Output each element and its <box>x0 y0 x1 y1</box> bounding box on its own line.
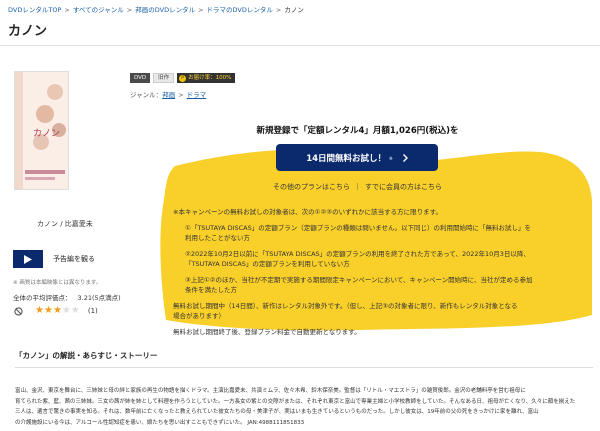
free-trial-note: ※ <box>389 156 393 162</box>
old-release-badge: 旧作 <box>153 73 175 83</box>
average-rating-label: 全体の平均評価点： <box>13 294 72 302</box>
breadcrumb-separator: > <box>198 6 204 14</box>
story-line: 三人は、遺言で驚きの事実を知る。それは、数年前に亡くなったと教えられていた彼女た… <box>15 409 539 415</box>
breadcrumb-all-genres[interactable]: すべてのジャンル <box>73 6 124 14</box>
story-heading: 「カノン」の解説・あらすじ・ストーリー <box>15 351 158 360</box>
terms-period-note-cont: 場合があります） <box>173 312 225 320</box>
terms-condition-1: ①「TSUTAYA DISCAS」の定額プラン（定額プランの種類は問いません。以… <box>185 224 532 232</box>
average-rating: 全体の平均評価点： 3.21(5点満点) <box>13 292 121 302</box>
star-icon: ★ <box>70 305 80 316</box>
genre-link-drama[interactable]: ドラマ <box>187 91 207 99</box>
breadcrumb-japanese-film[interactable]: 邦画のDVDレンタル <box>135 6 195 14</box>
plan-links: その他のプランはこちら｜ すでに会員の方はこちら <box>120 182 595 192</box>
terms-condition-3-cont: 条件を満たした方 <box>185 286 237 294</box>
star-icon: ★ <box>35 305 44 316</box>
terms-auto-renew: 無料お試し期間終了後、登録プラン料金で自動更新となります。 <box>173 328 361 336</box>
terms-condition-1-cont: 利用したことがない方 <box>185 234 250 242</box>
genre-label: ジャンル： <box>130 91 163 99</box>
title-divider <box>0 45 600 46</box>
coin-icon: P <box>179 74 187 82</box>
terms-condition-2: ②2022年10月2日以前に「TSUTAYA DISCAS」の定額プランの利用を… <box>185 250 530 258</box>
breadcrumb-drama[interactable]: ドラマのDVDレンタル <box>207 6 273 14</box>
campaign-terms: ※本キャンペーンの無料お試しの対象者は、次の①②③のいずれかに該当する方に限りま… <box>173 207 573 337</box>
terms-condition-3: ③上記①②のほか、当社が不定期で実施する期間限定キャンペーンにおいて、キャンペー… <box>185 276 533 284</box>
star-icon: ★ <box>61 305 71 316</box>
story-divider <box>15 367 593 368</box>
average-rating-score: 3.21(5点満点) <box>77 294 121 302</box>
review-count[interactable]: (1) <box>88 307 98 315</box>
free-trial-label: 14日間無料お試し！ <box>306 153 387 164</box>
star-icon: ★ <box>52 305 62 316</box>
svg-text:カノン: カノン <box>33 128 60 139</box>
star-icon: ★ <box>43 305 53 316</box>
rating-row: ★ ★ ★ ★ ★ (1) <box>14 305 98 317</box>
terms-condition-2-cont: 「TSUTAYA DISCAS」の定額プランを利用していない方 <box>185 260 350 268</box>
genre-link-japanese-film[interactable]: 邦画 <box>162 91 175 99</box>
preview-button[interactable]: 予告編を観る <box>13 250 127 268</box>
cover-image: カノン <box>14 71 69 190</box>
story-line: 育てられた紫、藍、茜の三姉妹。三女の茜が姉を姉として料理を作ろうとしていた。一方… <box>15 398 576 405</box>
no-entry-icon <box>14 306 23 316</box>
link-separator: ｜ <box>353 183 361 191</box>
story-line: の介護施設にいる今は、アルコール性認知症を患い、娘たちを思い出すこともできずにい… <box>15 419 305 426</box>
story-text: 富山、金沢、東京を舞台に、三姉妹と母の絆と家族の再生の物語を描くドラマ。主演比嘉… <box>15 386 595 428</box>
breadcrumb-dvd-top[interactable]: DVDレンタルTOP <box>8 6 61 14</box>
story-line: 富山、金沢、東京を舞台に、三姉妹と母の絆と家族の再生の物語を描くドラマ。主演比嘉… <box>15 388 526 394</box>
breadcrumb-separator: > <box>275 6 282 14</box>
breadcrumb-separator: > <box>64 6 70 14</box>
terms-period-note: 無料お試し期間中（14日間）、新作はレンタル対象外です。（但し、上記③の対象者に… <box>173 302 518 310</box>
delivery-rate-text: お届け率：100% <box>188 75 232 81</box>
breadcrumb-separator: > <box>126 6 133 14</box>
page-title: カノン <box>8 24 48 39</box>
campaign-headline: 新規登録で「定額レンタル4」月額1,026円(税込)を <box>256 126 459 136</box>
badges: DVD 旧作 P お届け率：100% <box>130 73 236 83</box>
delivery-rate-badge: P お届け率：100% <box>177 73 236 83</box>
breadcrumb: DVDレンタルTOP > すべてのジャンル > 邦画のDVDレンタル > ドラマのDVDレン… <box>8 4 304 14</box>
genre-separator: > <box>178 91 184 99</box>
genre-row: ジャンル：邦画 > ドラマ <box>130 89 206 99</box>
dvd-badge: DVD <box>130 73 151 83</box>
free-trial-button[interactable]: 14日間無料お試し！ ※ <box>276 144 438 171</box>
cast-text: カノン / 比嘉愛未 <box>37 220 93 228</box>
member-login-link[interactable]: すでに会員の方はこちら <box>365 183 442 191</box>
chevron-right-icon <box>402 153 408 162</box>
preview-label: 予告編を観る <box>53 255 95 263</box>
terms-intro: ※本キャンペーンの無料お試しの対象者は、次の①②③のいずれかに該当する方に限りま… <box>173 208 442 216</box>
other-plans-link[interactable]: その他のプランはこちら <box>273 183 350 191</box>
star-rating: ★ ★ ★ ★ ★ <box>35 306 80 316</box>
image-note: ※ 画質は本編映像とは異なります。 <box>13 280 102 286</box>
play-icon <box>13 250 43 268</box>
breadcrumb-current: カノン <box>284 6 304 14</box>
